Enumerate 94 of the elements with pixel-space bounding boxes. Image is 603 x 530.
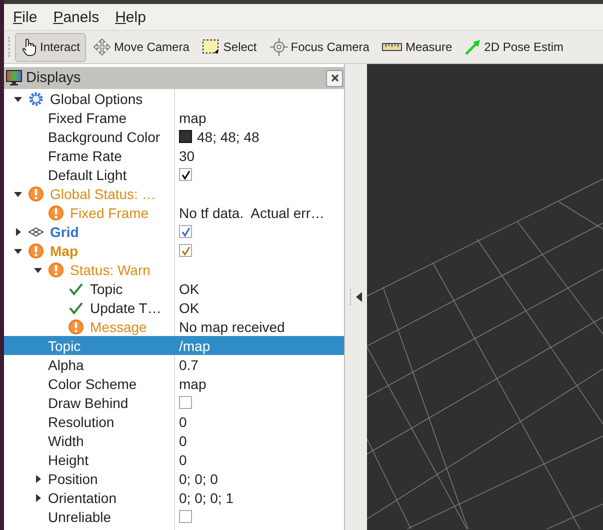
tree-row[interactable]: Resolution 0 [4,412,344,431]
hand-icon [21,38,37,56]
gear-icon [28,90,44,106]
property-value: 0; 0; 0 [179,470,218,486]
menu-item[interactable]: Help [115,8,146,26]
tree-row[interactable]: Width 0 [4,431,344,450]
property-name: Fixed Frame [70,204,149,220]
property-name: Height [48,452,88,468]
tree-row[interactable]: Color Scheme map [4,374,344,393]
monitor-icon [6,70,22,86]
tree-row[interactable]: Draw Behind [4,393,344,412]
property-value: 0.7 [179,356,198,372]
property-value: No map received [179,318,285,334]
checkmark-icon [180,170,190,180]
property-name: Position [48,470,98,486]
property-name: Unreliable [48,508,112,524]
tree-row[interactable]: Unreliable [4,507,344,526]
ruler-icon [382,43,402,51]
tree-row[interactable]: Fixed Frame No tf data. Actual err… [4,203,344,222]
property-value: 0; 0; 0; 1 [179,490,234,506]
property-value: OK [179,280,200,296]
toolbar-button[interactable]: 2D Pose Estim [459,32,570,62]
color-swatch[interactable] [179,130,192,143]
property-value: OK [179,300,200,316]
property-name: Update T… [90,300,162,316]
tree-row[interactable]: Background Color 48; 48; 48 [4,127,344,146]
checkbox[interactable] [179,510,192,523]
property-value: 0 [179,414,187,430]
tree-row[interactable]: Grid [4,222,344,241]
property-name: Map [50,242,78,258]
toolbar-button[interactable]: Measure [376,32,458,62]
menu-item[interactable]: File [13,8,38,26]
property-name: Resolution [48,414,114,430]
property-name: Color Scheme [48,376,137,392]
toolbar-button[interactable]: Move Camera [87,32,196,62]
move-arrows-icon [93,38,112,56]
tree-row[interactable]: Position 0; 0; 0 [4,469,344,488]
property-value: map [179,376,206,392]
property-name: Width [48,432,84,448]
toolbar-button[interactable]: Interact [15,32,86,62]
property-name: Alpha [48,356,84,372]
crosshair-icon [270,38,288,56]
menu-item[interactable]: Panels [53,8,100,26]
collapse-arrow-icon[interactable] [356,292,362,302]
checkbox[interactable] [179,244,192,257]
tree-row[interactable]: Alpha 0.7 [4,355,344,374]
property-name: Frame Rate [48,148,122,164]
arrow-icon [465,39,482,55]
property-name: Global Options [50,90,143,106]
tree-row[interactable]: Topic /map [4,336,344,355]
property-name: Topic [48,338,81,354]
property-name: Topic [90,280,123,296]
property-name: Global Status: … [50,186,156,202]
panel-title: Displays [26,70,82,86]
property-value: 0 [179,432,187,448]
property-value: No tf data. Actual err… [179,204,325,220]
expander-icon[interactable] [34,474,42,482]
expander-icon[interactable] [14,190,22,198]
tree-row[interactable]: Frame Rate 30 [4,146,344,165]
expander-icon[interactable] [14,228,22,236]
expander-icon[interactable] [34,494,42,502]
property-name: Default Light [48,166,127,182]
property-value: /map [179,338,210,354]
toolbar-button[interactable]: Select [196,32,263,62]
property-name: Grid [50,224,79,240]
toolbar-button[interactable]: Focus Camera [264,32,376,62]
property-name: Status: Warn [70,262,150,278]
property-name: Message [90,318,147,334]
checkbox[interactable] [179,396,192,409]
selection-icon [202,39,220,55]
tree-row[interactable]: Global Options [4,89,344,108]
expander-icon[interactable] [34,266,42,274]
property-name: Draw Behind [48,394,128,410]
tree-row[interactable]: Height 0 [4,450,344,469]
property-value: map [179,110,206,126]
property-value: 48; 48; 48 [197,128,260,144]
close-icon [330,74,338,82]
tree-row[interactable]: Orientation 0; 0; 0; 1 [4,488,344,507]
tree-row[interactable]: Default Light [4,165,344,184]
tree-row[interactable]: Update T… OK [4,298,344,317]
tree-row[interactable]: Message No map received [4,317,344,336]
property-name: Fixed Frame [48,110,127,126]
tree-row[interactable]: Fixed Frame map [4,108,344,127]
property-value: 30 [179,148,195,164]
checkbox[interactable] [179,225,192,238]
close-button[interactable] [326,70,343,86]
property-name: Background Color [48,128,160,144]
grid-icon [28,226,44,236]
property-name: Orientation [48,490,116,506]
expander-icon[interactable] [14,246,22,254]
checkbox[interactable] [179,168,192,181]
property-value: 0 [179,452,187,468]
expander-icon[interactable] [14,94,22,102]
tree-row[interactable]: Topic OK [4,279,344,298]
